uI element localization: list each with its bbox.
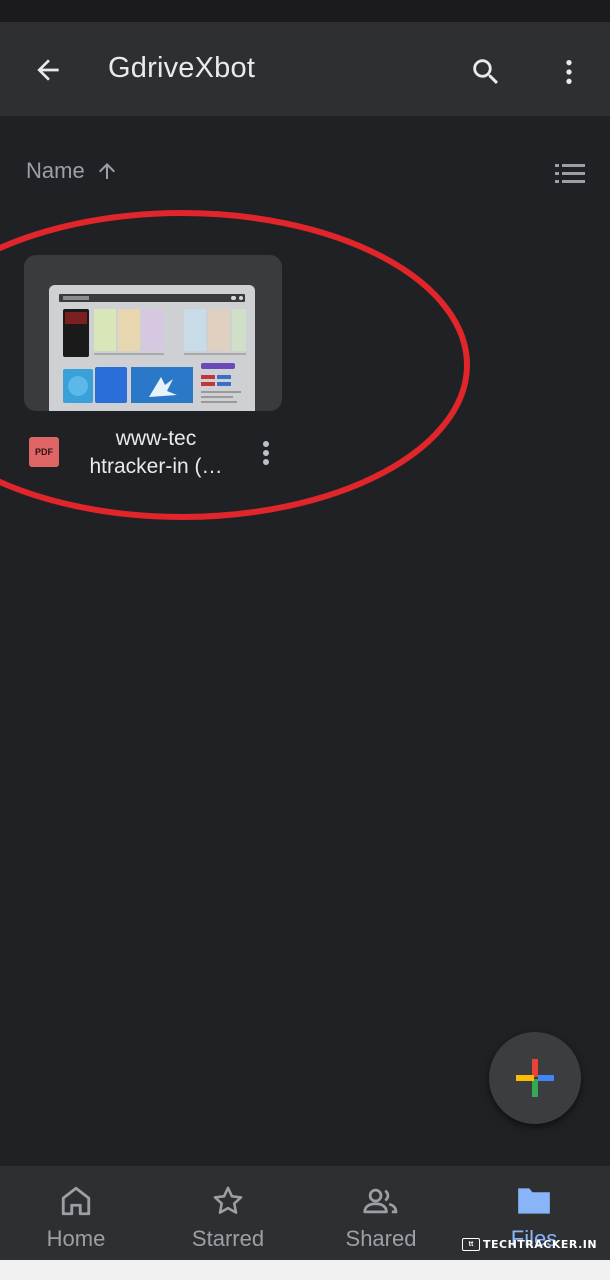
list-view-toggle[interactable] xyxy=(548,156,592,192)
back-button[interactable] xyxy=(24,46,72,94)
arrow-up-icon xyxy=(98,163,115,179)
home-icon xyxy=(59,1184,93,1218)
plus-icon xyxy=(516,1059,554,1097)
watermark-text: TECHTRACKER.IN xyxy=(483,1238,598,1251)
file-more-button[interactable] xyxy=(250,433,282,473)
nav-home-label: Home xyxy=(46,1226,106,1251)
nav-starred-label: Starred xyxy=(191,1226,265,1251)
new-button[interactable] xyxy=(489,1032,581,1124)
folder-icon xyxy=(515,1184,553,1218)
arrow-left-icon xyxy=(37,59,59,81)
status-bar xyxy=(0,0,610,22)
watermark: tt TECHTRACKER.IN xyxy=(462,1238,597,1251)
watermark-badge: tt xyxy=(462,1238,480,1251)
more-vert-icon xyxy=(263,441,269,465)
nav-starred[interactable]: Starred xyxy=(152,1166,304,1260)
more-vert-icon xyxy=(566,60,572,84)
shared-people-icon xyxy=(362,1184,400,1218)
search-button[interactable] xyxy=(462,48,510,96)
file-card[interactable]: PDF www-tec htracker-in (… xyxy=(24,255,282,490)
list-view-icon xyxy=(555,164,585,183)
sort-row: Name xyxy=(0,150,610,198)
pdf-icon: PDF xyxy=(29,437,59,467)
star-icon xyxy=(211,1184,245,1218)
drive-folder-screen: GdriveXbot Name PDF www-tec htracker-in … xyxy=(0,0,610,1280)
nav-shared-label: Shared xyxy=(345,1226,417,1251)
sort-by-name-button[interactable]: Name xyxy=(26,158,119,184)
file-name: www-tec htracker-in (… xyxy=(89,427,223,478)
search-icon xyxy=(473,59,499,85)
file-meta: PDF www-tec htracker-in (… xyxy=(24,425,282,485)
system-navigation-bar xyxy=(0,1260,610,1280)
thumbnail-preview xyxy=(49,285,255,411)
file-thumbnail xyxy=(24,255,282,411)
nav-home[interactable]: Home xyxy=(0,1166,152,1260)
nav-shared[interactable]: Shared xyxy=(305,1166,457,1260)
sort-label: Name xyxy=(26,158,85,183)
webpage-preview-image xyxy=(49,285,255,411)
more-options-button[interactable] xyxy=(545,48,593,96)
folder-title: GdriveXbot xyxy=(108,52,256,84)
app-bar: GdriveXbot xyxy=(0,22,610,116)
